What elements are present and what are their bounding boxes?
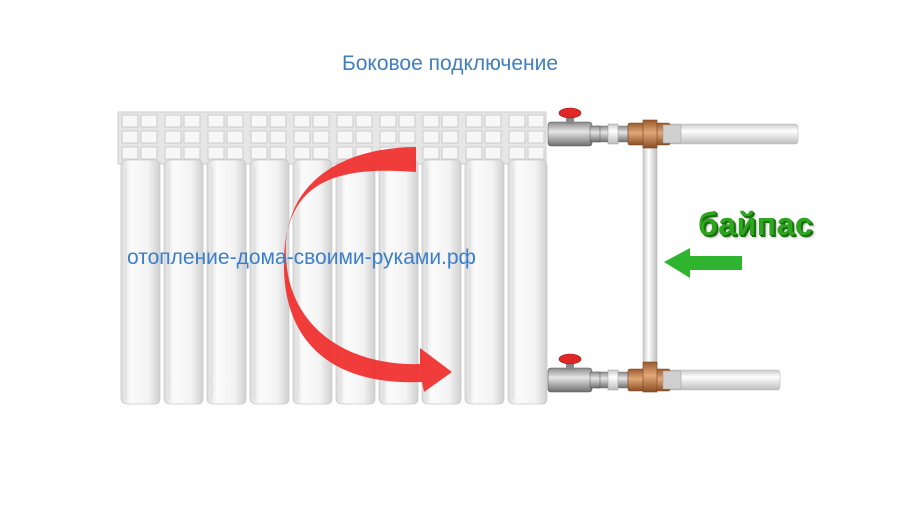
grille-cell [527,146,545,160]
grille-cell [379,114,397,128]
top-supply-line [595,119,799,149]
radiator-section [249,159,290,405]
radiator-sections [120,159,548,405]
grille-cell [379,130,397,144]
grille-cell [269,114,287,128]
grille-cell [293,130,311,144]
grille-cell [164,146,182,160]
grille-cell [355,130,373,144]
valve-handle-top [558,107,582,119]
diagram-title: Боковое подключение [341,52,559,75]
grille-cell [250,130,268,144]
grille-cell [140,114,158,128]
radiator-section [292,159,333,405]
grille-cell [336,146,354,160]
bypass-direction-arrow [664,248,742,278]
grille-cell [250,114,268,128]
grille-cell [164,114,182,128]
valve-handle-bottom [558,353,582,365]
grille-cell [269,146,287,160]
grille-cell [398,130,416,144]
grille-cell [422,114,440,128]
radiator-section [120,159,161,405]
radiator-top-grille [117,111,547,165]
grille-cell [441,114,459,128]
grille-cell [336,114,354,128]
grille-cell [207,114,225,128]
grille-cell [508,146,526,160]
grille-cell [465,114,483,128]
watermark-url: отопление-дома-своими-руками.рф [127,246,476,269]
grille-cell [293,114,311,128]
grille-cell [121,146,139,160]
grille-cell [527,114,545,128]
grille-cell [183,130,201,144]
grille-cell [441,130,459,144]
grille-cell [336,130,354,144]
grille-cell [312,130,330,144]
grille-cell [121,114,139,128]
grille-cell [312,114,330,128]
grille-cell [121,130,139,144]
grille-cell [164,130,182,144]
grille-cell [293,146,311,160]
grille-cell [508,130,526,144]
grille-cell [484,130,502,144]
grille-cell [465,146,483,160]
grille-cell [183,114,201,128]
grille-cell [226,114,244,128]
grille-cell [465,130,483,144]
radiator-section [206,159,247,405]
grille-cell [312,146,330,160]
grille-cell [484,114,502,128]
radiator-section [163,159,204,405]
valve-top [547,107,601,147]
grille-cell [226,146,244,160]
radiator-section [507,159,548,405]
bypass-pipe [642,137,658,375]
grille-cell [355,114,373,128]
grille-cell [484,146,502,160]
grille-cell [207,130,225,144]
grille-cell [207,146,225,160]
bottom-return-line [595,361,781,393]
radiator-section [464,159,505,405]
valve-bottom [547,353,601,393]
grille-cell [441,146,459,160]
grille-cell [140,130,158,144]
bypass-label: байпас [698,206,814,242]
grille-cell [508,114,526,128]
grille-cell [183,146,201,160]
grille-cell [269,130,287,144]
grille-cell [398,114,416,128]
grille-cell [140,146,158,160]
grille-cell [250,146,268,160]
grille-cell [527,130,545,144]
grille-cell [422,130,440,144]
grille-cell [422,146,440,160]
grille-cell [226,130,244,144]
